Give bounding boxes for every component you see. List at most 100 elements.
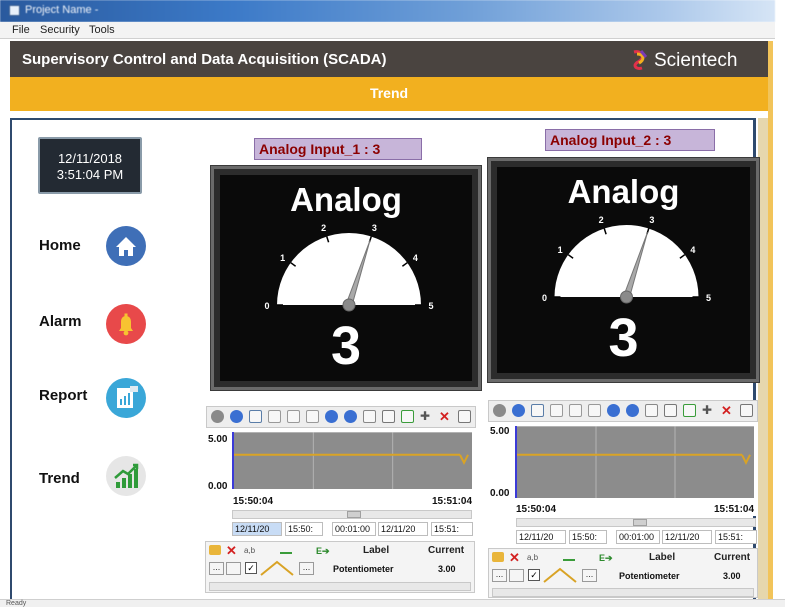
nav-alarm-label[interactable]: Alarm: [39, 313, 82, 330]
cursor-icon[interactable]: [645, 404, 658, 417]
pen-edit-icon[interactable]: [401, 410, 414, 423]
trend-1-legend: ✕ a,b E➔ Label Current ... ✓ ... Potenti…: [205, 541, 475, 593]
line-style-icon[interactable]: [259, 559, 295, 577]
gauge-tick-label: 1: [280, 253, 285, 263]
status-text: Ready: [6, 600, 27, 607]
trend-2-series: [517, 425, 754, 498]
trend-2-xstart: 15:50:04: [516, 504, 557, 515]
legend-hscroll[interactable]: [492, 588, 754, 597]
legend-hscroll[interactable]: [209, 582, 471, 591]
add-pen-icon[interactable]: E➔: [599, 553, 613, 564]
legend-style-button[interactable]: ...: [582, 569, 597, 582]
trend-2-start-date[interactable]: 12/11/20: [516, 530, 566, 544]
menu-tools[interactable]: Tools: [89, 24, 115, 36]
trend-2-start-time[interactable]: 15:50:: [569, 530, 607, 544]
copy-icon[interactable]: [268, 410, 281, 423]
legend-series-label: Potentiometer: [619, 571, 680, 581]
legend-visible-checkbox[interactable]: ✓: [245, 562, 257, 574]
header-title: Supervisory Control and Data Acquisition…: [22, 51, 387, 68]
close-icon[interactable]: ✕: [439, 410, 452, 423]
legend-browse-button[interactable]: ...: [492, 569, 507, 582]
trend-1-duration[interactable]: 00:01:00: [332, 522, 376, 536]
trend-2-end-time[interactable]: 15:51:: [715, 530, 757, 544]
open-folder-icon[interactable]: [492, 552, 504, 562]
zoom-in-icon[interactable]: [607, 404, 620, 417]
legend-label-header: Label: [649, 552, 676, 563]
nav-home-label[interactable]: Home: [39, 237, 81, 254]
trend-1-end-time[interactable]: 15:51:: [431, 522, 473, 536]
legend-browse-button[interactable]: ...: [209, 562, 224, 575]
legend-color-button[interactable]: [509, 569, 524, 582]
menu-file[interactable]: File: [12, 24, 30, 36]
export-icon[interactable]: [249, 410, 262, 423]
nav-trend-label[interactable]: Trend: [39, 470, 80, 487]
play-icon[interactable]: [493, 404, 506, 417]
pen-icon[interactable]: [280, 545, 292, 554]
add-icon[interactable]: ✚: [420, 410, 433, 423]
trend-icon[interactable]: [106, 456, 146, 496]
brand-logo: Scientech: [628, 47, 748, 73]
play-icon[interactable]: [211, 410, 224, 423]
home-icon[interactable]: [106, 226, 146, 266]
trend-1-end-date[interactable]: 12/11/20: [378, 522, 428, 536]
trend-2-ymax: 5.00: [490, 426, 510, 437]
table-icon[interactable]: [382, 410, 395, 423]
delete-icon[interactable]: ✕: [509, 550, 520, 566]
right-accent-stripe: [768, 41, 773, 601]
analog-gauge-2: Analog 012345 3: [488, 158, 759, 382]
trend-1-scroll-thumb[interactable]: [347, 511, 361, 518]
zoom-x-icon[interactable]: [306, 410, 319, 423]
add-pen-icon[interactable]: E➔: [316, 546, 330, 557]
zoom-in-icon[interactable]: [325, 410, 338, 423]
delete-icon[interactable]: ✕: [226, 543, 237, 559]
open-folder-icon[interactable]: [209, 545, 221, 555]
trend-2-legend: ✕ a,b E➔ Label Current ... ✓ ... Potenti…: [488, 548, 758, 598]
nav-report-label[interactable]: Report: [39, 387, 87, 404]
gauge-tick-label: 4: [413, 253, 418, 263]
clipboard-icon[interactable]: [740, 404, 753, 417]
table-icon[interactable]: [664, 404, 677, 417]
copy-icon[interactable]: [550, 404, 563, 417]
gauge-tick-label: 0: [542, 293, 547, 303]
close-icon[interactable]: ✕: [721, 404, 734, 417]
legend-label-header: Label: [363, 545, 390, 556]
legend-visible-checkbox[interactable]: ✓: [528, 569, 540, 581]
legend-style-button[interactable]: ...: [299, 562, 314, 575]
current-date: 12/11/2018: [57, 151, 123, 166]
sort-icon[interactable]: a,b: [244, 546, 255, 555]
zoom-box-icon[interactable]: [287, 410, 300, 423]
zoom-out-icon[interactable]: [626, 404, 639, 417]
pen-icon[interactable]: [563, 552, 575, 561]
trend-2-chart: 5.00 0.00 15:50:04 15:51:04: [488, 422, 758, 516]
analog-input-2-label: Analog Input_2 : 3: [545, 129, 715, 151]
legend-color-button[interactable]: [226, 562, 241, 575]
clipboard-icon[interactable]: [458, 410, 471, 423]
zoom-box-icon[interactable]: [569, 404, 582, 417]
export-icon[interactable]: [531, 404, 544, 417]
trend-1-start-time[interactable]: 15:50:: [285, 522, 323, 536]
menu-security[interactable]: Security: [40, 24, 80, 36]
line-style-icon[interactable]: [542, 566, 578, 584]
trend-2-scroll-thumb[interactable]: [633, 519, 647, 526]
report-icon[interactable]: [106, 378, 146, 418]
trend-1-series: [234, 431, 472, 489]
trend-2-end-date[interactable]: 12/11/20: [662, 530, 712, 544]
trend-1-start-date[interactable]: 12/11/20: [232, 522, 282, 536]
trend-2-hscroll[interactable]: [516, 518, 756, 527]
pause-icon[interactable]: [512, 404, 525, 417]
zoom-out-icon[interactable]: [344, 410, 357, 423]
gauge-hub: [620, 290, 633, 304]
sort-icon[interactable]: a,b: [527, 553, 538, 562]
bell-icon[interactable]: [106, 304, 146, 344]
gauge-1-value: 3: [330, 316, 362, 376]
add-icon[interactable]: ✚: [702, 404, 715, 417]
gauge-tick-label: 5: [428, 301, 433, 311]
pen-edit-icon[interactable]: [683, 404, 696, 417]
pause-icon[interactable]: [230, 410, 243, 423]
trend-1-hscroll[interactable]: [232, 510, 472, 519]
cursor-icon[interactable]: [363, 410, 376, 423]
trend-2-duration[interactable]: 00:01:00: [616, 530, 660, 544]
gauge-2-value: 3: [608, 308, 639, 368]
trend-2-time-controls: 12/11/20 15:50: 00:01:00 12/11/20 15:51:: [516, 530, 760, 546]
zoom-x-icon[interactable]: [588, 404, 601, 417]
